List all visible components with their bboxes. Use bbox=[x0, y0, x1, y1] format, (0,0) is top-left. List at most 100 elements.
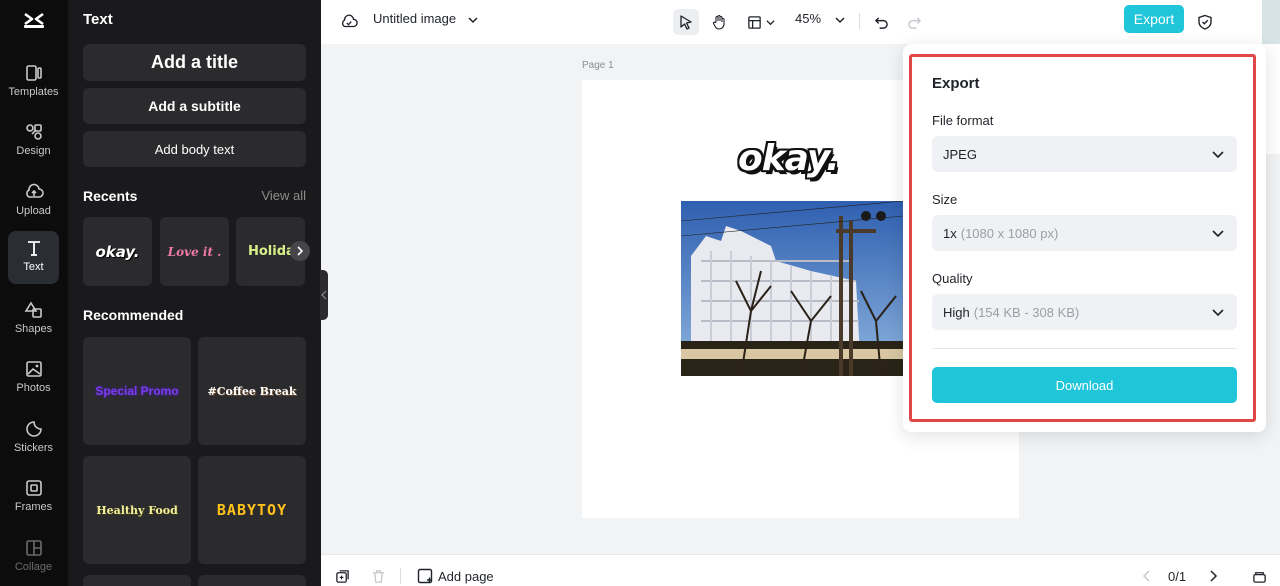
export-popover-title: Export bbox=[932, 75, 980, 92]
recommended-preview-text: #Coffee Break bbox=[207, 384, 297, 398]
rail-item-label: Shapes bbox=[14, 323, 53, 335]
add-page-label: Add page bbox=[438, 568, 494, 584]
rail-item-design[interactable]: Design bbox=[8, 115, 59, 167]
rail-item-text[interactable]: Text bbox=[8, 231, 59, 284]
recent-preview-text: Love it . bbox=[167, 244, 222, 259]
recommended-preview-text: BABYTOY bbox=[216, 501, 288, 519]
chevron-down-icon bbox=[1212, 230, 1224, 238]
design-icon bbox=[25, 124, 42, 140]
size-label: Size bbox=[932, 192, 958, 207]
cursor-icon bbox=[680, 15, 692, 30]
size-detail: (1080 x 1080 px) bbox=[960, 225, 1059, 241]
rail-item-shapes[interactable]: Shapes bbox=[8, 293, 59, 345]
delete-page-button[interactable] bbox=[370, 568, 386, 584]
redo-button[interactable] bbox=[901, 9, 927, 35]
templates-icon bbox=[25, 65, 42, 81]
rail-item-upload[interactable]: Upload bbox=[8, 175, 59, 227]
previous-page-button[interactable] bbox=[1139, 568, 1155, 584]
file-format-select[interactable]: JPEG bbox=[932, 136, 1237, 172]
frames-icon bbox=[25, 480, 42, 496]
quality-detail: (154 KB - 308 KB) bbox=[973, 304, 1080, 320]
hand-tool-button[interactable] bbox=[706, 9, 732, 35]
add-page-icon bbox=[417, 568, 433, 584]
chevron-left-icon bbox=[321, 290, 327, 300]
upload-icon bbox=[25, 183, 44, 198]
page-counter: 0/1 bbox=[1168, 569, 1187, 584]
chevron-down-icon bbox=[1212, 309, 1224, 317]
recents-heading: Recents bbox=[83, 188, 138, 204]
add-page-button[interactable]: Add page bbox=[417, 568, 494, 584]
zoom-value: 45% bbox=[795, 11, 822, 26]
add-body-text-button[interactable]: Add body text bbox=[83, 131, 306, 167]
rail-item-collage[interactable]: Collage bbox=[8, 531, 59, 583]
recommended-card-more[interactable] bbox=[83, 575, 191, 586]
add-subtitle-button[interactable]: Add a subtitle bbox=[83, 88, 306, 124]
layout-menu-button[interactable] bbox=[741, 9, 781, 35]
size-value: 1x bbox=[943, 225, 957, 241]
recommended-card-special-promo[interactable]: Special Promo bbox=[83, 337, 191, 445]
zoom-control[interactable]: 45% bbox=[795, 11, 845, 26]
rail-item-templates[interactable]: Templates bbox=[8, 56, 59, 108]
chevron-down-icon bbox=[835, 17, 845, 23]
canvas-text-element[interactable]: okay. bbox=[738, 138, 840, 179]
document-title[interactable]: Untitled image bbox=[373, 11, 478, 26]
photos-icon bbox=[25, 361, 42, 377]
left-rail: Templates Design Upload Text Shapes Phot… bbox=[0, 0, 68, 586]
size-select[interactable]: 1x (1080 x 1080 px) bbox=[932, 215, 1237, 251]
page-label: Page 1 bbox=[582, 60, 614, 71]
quality-value: High bbox=[943, 304, 970, 320]
chevron-right-icon bbox=[1210, 570, 1218, 582]
recommended-card-babytoy[interactable]: BABYTOY bbox=[198, 456, 306, 564]
duplicate-icon bbox=[335, 569, 349, 583]
rail-item-stickers[interactable]: Stickers bbox=[8, 412, 59, 464]
duplicate-page-button[interactable] bbox=[334, 568, 350, 584]
quality-select[interactable]: High (154 KB - 308 KB) bbox=[932, 294, 1237, 330]
undo-button[interactable] bbox=[868, 9, 894, 35]
capcut-logo-icon[interactable] bbox=[22, 8, 46, 32]
rail-item-label: Upload bbox=[16, 205, 51, 217]
layout-icon bbox=[748, 15, 761, 29]
download-button[interactable]: Download bbox=[932, 367, 1237, 403]
cloud-sync-button[interactable] bbox=[336, 9, 362, 35]
chevron-down-icon bbox=[1212, 151, 1224, 159]
add-title-button[interactable]: Add a title bbox=[83, 44, 306, 81]
cloud-icon bbox=[342, 14, 358, 28]
bottom-bar: Add page 0/1 bbox=[321, 554, 1280, 586]
quality-label: Quality bbox=[932, 271, 973, 286]
recent-preview-text: okay. bbox=[95, 242, 140, 261]
recent-text-style-love-it[interactable]: Love it . bbox=[160, 217, 229, 286]
rail-item-label: Templates bbox=[8, 86, 59, 98]
recent-text-style-okay[interactable]: okay. bbox=[83, 217, 152, 286]
text-panel: Text Add a title Add a subtitle Add body… bbox=[68, 0, 321, 586]
chevron-left-icon bbox=[1142, 570, 1150, 582]
redo-icon bbox=[907, 16, 921, 29]
avatar-partial[interactable] bbox=[1262, 0, 1280, 44]
shield-button[interactable] bbox=[1192, 9, 1218, 35]
select-tool-button[interactable] bbox=[673, 9, 699, 35]
view-all-link[interactable]: View all bbox=[261, 188, 306, 203]
pages-panel-button[interactable] bbox=[1251, 568, 1267, 584]
chevron-down-icon bbox=[766, 19, 775, 25]
shield-icon bbox=[1198, 14, 1212, 30]
recommended-preview-text: Healthy Food bbox=[96, 503, 178, 517]
bottom-divider bbox=[400, 568, 401, 584]
collage-icon bbox=[25, 540, 42, 556]
export-button[interactable]: Export bbox=[1124, 5, 1184, 33]
chevron-down-icon bbox=[468, 17, 478, 23]
recommended-card-coffee-break[interactable]: #Coffee Break bbox=[198, 337, 306, 445]
panel-collapse-handle[interactable] bbox=[320, 270, 328, 320]
rail-item-label: Stickers bbox=[13, 442, 54, 454]
rail-item-photos[interactable]: Photos bbox=[8, 352, 59, 404]
recommended-heading: Recommended bbox=[83, 307, 184, 323]
next-page-button[interactable] bbox=[1205, 568, 1221, 584]
panel-title: Text bbox=[83, 11, 113, 28]
recommended-card-more[interactable] bbox=[198, 575, 306, 586]
canvas-photo-element[interactable] bbox=[681, 201, 903, 376]
recents-next-button[interactable] bbox=[290, 241, 310, 261]
recommended-card-healthy-food[interactable]: Healthy Food bbox=[83, 456, 191, 564]
export-divider bbox=[932, 348, 1237, 349]
rail-item-label: Collage bbox=[14, 561, 53, 573]
recommended-preview-text: Special Promo bbox=[95, 384, 179, 398]
rail-item-frames[interactable]: Frames bbox=[8, 471, 59, 523]
trash-icon bbox=[372, 569, 384, 583]
